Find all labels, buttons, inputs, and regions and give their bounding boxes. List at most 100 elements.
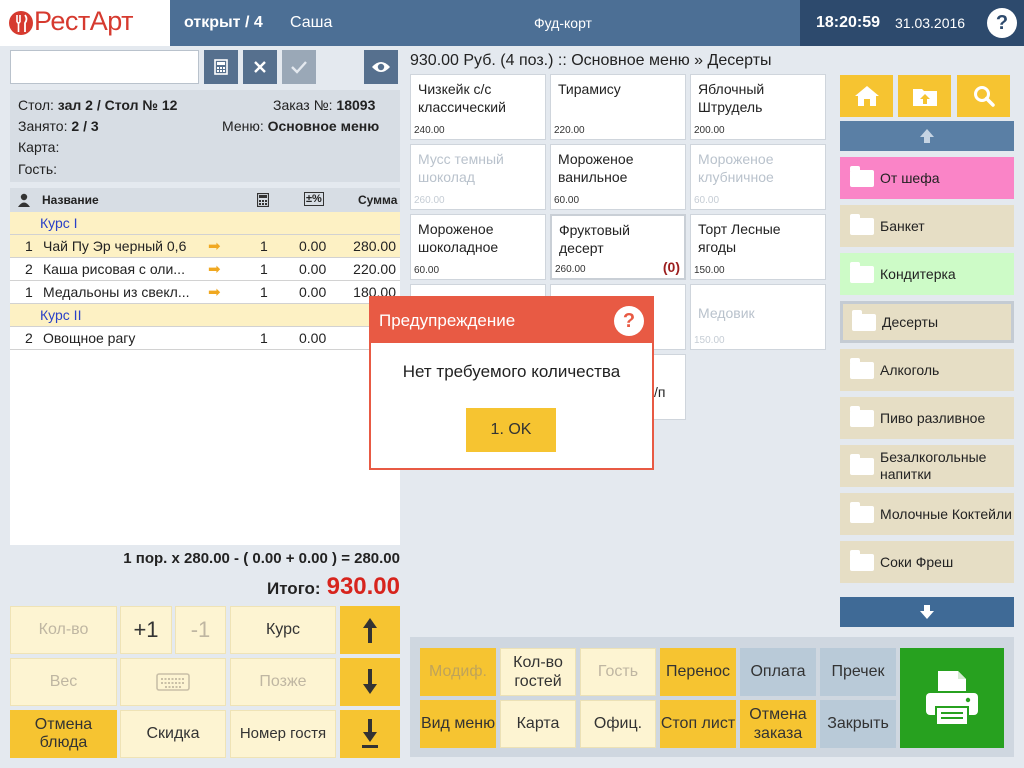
home-icon <box>854 86 879 106</box>
dish-tile[interactable]: Торт Лесные ягоды 150.00 <box>690 214 826 280</box>
parent-folder-button[interactable] <box>898 75 951 117</box>
category-item[interactable]: Алкоголь <box>840 349 1014 391</box>
help-icon[interactable]: ? <box>614 306 644 336</box>
card-button[interactable]: Карта <box>500 700 576 748</box>
view-menu-button[interactable]: Вид меню <box>420 700 496 748</box>
dish-tile[interactable]: Медовик 150.00 <box>690 284 826 350</box>
order-total: Итого: 930.00 <box>10 573 400 601</box>
menu-breadcrumb: 930.00 Руб. (4 поз.) :: Основное меню » … <box>410 52 772 69</box>
folder-icon <box>850 453 874 475</box>
eye-icon <box>372 62 390 72</box>
menu-info: Меню: Основное меню <box>222 118 380 134</box>
move-up-button[interactable] <box>340 606 400 654</box>
move-down-button[interactable] <box>340 658 400 706</box>
arrow-down-icon <box>920 605 934 619</box>
later-button[interactable]: Позже <box>230 658 336 706</box>
precheck-button[interactable]: Пречек <box>820 648 896 696</box>
ok-button[interactable]: 1. OK <box>466 408 556 452</box>
category-item[interactable]: Безалкогольные напитки <box>840 445 1014 487</box>
close-order-button[interactable]: Закрыть <box>820 700 896 748</box>
table-row[interactable]: 2 Каша рисовая с оли... ➡ 1 0.00 220.00 <box>10 258 400 281</box>
waiter-button[interactable]: Офиц. <box>580 700 656 748</box>
calculator-icon <box>214 59 228 75</box>
search-button[interactable] <box>957 75 1010 117</box>
occupied-info: Занято: 2 / 3 <box>18 118 99 134</box>
plus-one-button[interactable]: +1 <box>120 606 172 654</box>
cancel-dish-button[interactable]: Отмена блюда <box>10 710 117 758</box>
category-item[interactable]: Соки Фреш <box>840 541 1014 583</box>
close-icon <box>254 61 266 73</box>
clear-button[interactable] <box>243 50 277 84</box>
total-label: Итого: <box>266 579 321 598</box>
folder-icon <box>852 309 876 331</box>
discount-button[interactable]: Скидка <box>120 710 226 758</box>
clock-date: 31.03.2016 <box>895 15 966 31</box>
move-bottom-button[interactable] <box>340 710 400 758</box>
help-icon[interactable]: ? <box>987 8 1017 38</box>
category-item[interactable]: От шефа <box>840 157 1014 199</box>
user-name: Саша <box>290 14 333 31</box>
dish-tile[interactable]: Мороженое клубничное 60.00 <box>690 144 826 210</box>
confirm-button[interactable] <box>282 50 316 84</box>
keyboard-button[interactable] <box>120 658 226 706</box>
transfer-button[interactable]: Перенос <box>660 648 736 696</box>
table-row[interactable]: 1 Медальоны из свекл... ➡ 1 0.00 180.00 <box>10 281 400 304</box>
search-input[interactable] <box>10 50 199 84</box>
arrow-bottom-icon <box>362 719 378 748</box>
arrow-up-icon <box>920 129 934 143</box>
dish-tile[interactable]: Чизкейк с/с классический 240.00 <box>410 74 546 140</box>
order-number: Заказ №: 18093 <box>273 97 376 113</box>
minus-one-button[interactable]: -1 <box>175 606 226 654</box>
column-sum: Сумма <box>358 193 398 207</box>
view-button[interactable] <box>364 50 398 84</box>
table-row[interactable]: 1 Чай Пу Эр черный 0,6 ➡ 1 0.00 280.00 <box>10 235 400 258</box>
print-button[interactable] <box>900 648 1004 748</box>
folder-icon <box>850 405 874 427</box>
guest-label: Гость: <box>18 161 58 177</box>
arrow-right-icon[interactable]: ➡ <box>208 237 221 255</box>
guest-button[interactable]: Гость <box>580 648 656 696</box>
logo-area: РестАрт <box>0 0 170 46</box>
total-value: 930.00 <box>326 573 400 600</box>
table-info: Стол: зал 2 / Стол № 12 <box>18 97 178 113</box>
dish-tile[interactable]: Мороженое шоколадное 60.00 <box>410 214 546 280</box>
dish-tile[interactable]: Фруктовый десерт 260.00 (0) <box>550 214 686 280</box>
modifiers-button[interactable]: Модиф. <box>420 648 496 696</box>
category-item[interactable]: Молочные Коктейли <box>840 493 1014 535</box>
table-row[interactable]: 2 Овощное рагу 1 0.00 250 <box>10 327 400 350</box>
qty-button[interactable]: Кол-во <box>10 606 117 654</box>
category-item[interactable]: Пиво разливное <box>840 397 1014 439</box>
home-button[interactable] <box>840 75 893 117</box>
category-item[interactable]: Банкет <box>840 205 1014 247</box>
payment-button[interactable]: Оплата <box>740 648 816 696</box>
stop-list-button[interactable]: Стоп лист <box>660 700 736 748</box>
printer-icon <box>926 671 978 726</box>
venue-name: Фуд-корт <box>534 15 592 31</box>
search-icon <box>973 86 995 107</box>
warning-dialog: Предупреждение ? Нет требуемого количест… <box>369 296 654 470</box>
person-icon <box>18 193 30 207</box>
course-row[interactable]: Курс II <box>10 304 400 327</box>
course-button[interactable]: Курс <box>230 606 336 654</box>
dish-tile[interactable]: Тирамису 220.00 <box>550 74 686 140</box>
scroll-down-button[interactable] <box>840 597 1014 627</box>
dialog-header: Предупреждение ? <box>371 298 652 343</box>
order-status[interactable]: открыт / 4 <box>184 14 263 32</box>
scroll-up-button[interactable] <box>840 121 1014 151</box>
calculator-button[interactable] <box>204 50 238 84</box>
category-item[interactable]: Десерты <box>840 301 1014 343</box>
arrow-right-icon[interactable]: ➡ <box>208 260 221 278</box>
category-item[interactable]: Кондитерка <box>840 253 1014 295</box>
guest-number-button[interactable]: Номер гостя <box>230 710 336 758</box>
check-icon <box>291 61 307 74</box>
cancel-order-button[interactable]: Отмена заказа <box>740 700 816 748</box>
dish-tile[interactable]: Мороженое ванильное 60.00 <box>550 144 686 210</box>
course-row[interactable]: Курс I <box>10 212 400 235</box>
weight-button[interactable]: Вес <box>10 658 117 706</box>
dish-tile[interactable]: Яблочный Штрудель 200.00 <box>690 74 826 140</box>
dish-tile[interactable]: Мусс темный шоколад 260.00 <box>410 144 546 210</box>
folder-icon <box>850 357 874 379</box>
arrow-right-icon[interactable]: ➡ <box>208 283 221 301</box>
folder-up-icon <box>912 89 937 106</box>
guest-count-button[interactable]: Кол-во гостей <box>500 648 576 696</box>
